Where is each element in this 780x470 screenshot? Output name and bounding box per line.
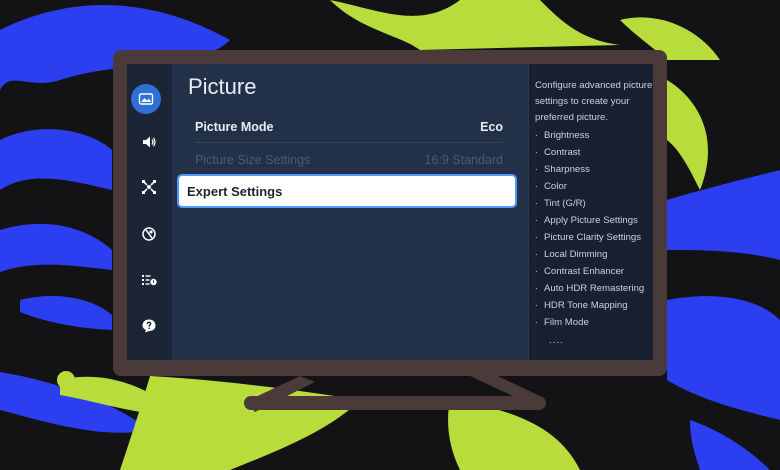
sound-icon <box>143 136 156 148</box>
help-icon <box>142 319 156 333</box>
sidebar-item-support[interactable] <box>133 218 165 250</box>
menu-item-label: Picture Mode <box>195 120 274 134</box>
menu-item-value: 16:9 Standard <box>424 153 503 167</box>
picture-settings-panel: Picture Picture Mode Eco Picture Size Se… <box>172 64 528 360</box>
list-item: · Apply Picture Settings <box>534 215 638 226</box>
list-item: · Auto HDR Remastering <box>534 283 645 294</box>
menu-item-label: Expert Settings <box>187 184 283 199</box>
list-item: · Contrast Enhancer <box>534 266 624 277</box>
list-item: · Film Mode <box>534 317 589 328</box>
divider <box>195 142 503 143</box>
list-item: · Sharpness <box>534 164 590 175</box>
list-item: · Tint (G/R) <box>534 198 586 209</box>
sidebar-item-sound[interactable] <box>133 126 165 158</box>
menu-item-label: Picture Size Settings <box>195 153 311 167</box>
list-item: · Color <box>534 181 567 192</box>
sidebar-item-help[interactable] <box>133 310 165 342</box>
sidebar-item-accessibility[interactable] <box>133 264 165 296</box>
list-item: · Picture Clarity Settings <box>534 232 642 243</box>
list-item: · Brightness <box>534 130 590 141</box>
page-title: Picture <box>188 74 257 99</box>
tv-screen: Picture Picture Mode Eco Picture Size Se… <box>127 64 653 360</box>
menu-item-expert-settings[interactable]: Expert Settings <box>177 174 517 208</box>
list-item: · HDR Tone Mapping <box>534 300 628 311</box>
help-description: Configure advanced picture settings to c… <box>535 80 653 123</box>
support-icon <box>142 227 156 241</box>
accessibility-icon <box>142 275 157 286</box>
settings-sidebar <box>127 64 172 360</box>
connection-icon <box>142 180 156 194</box>
list-item: · Local Dimming <box>534 249 608 260</box>
list-item: · Contrast <box>534 147 581 158</box>
help-panel: Configure advanced picture settings to c… <box>528 64 653 360</box>
menu-item-picture-size-settings[interactable]: Picture Size Settings 16:9 Standard <box>195 145 503 175</box>
sidebar-item-connection[interactable] <box>133 171 165 203</box>
menu-item-picture-mode[interactable]: Picture Mode Eco <box>195 112 503 142</box>
menu-item-value: Eco <box>480 120 503 134</box>
help-feature-list: · Brightness · Contrast · Sharpness · Color … <box>529 127 644 331</box>
help-more-indicator: .... <box>549 335 564 346</box>
sidebar-item-picture[interactable] <box>131 84 161 114</box>
picture-icon <box>138 93 154 105</box>
